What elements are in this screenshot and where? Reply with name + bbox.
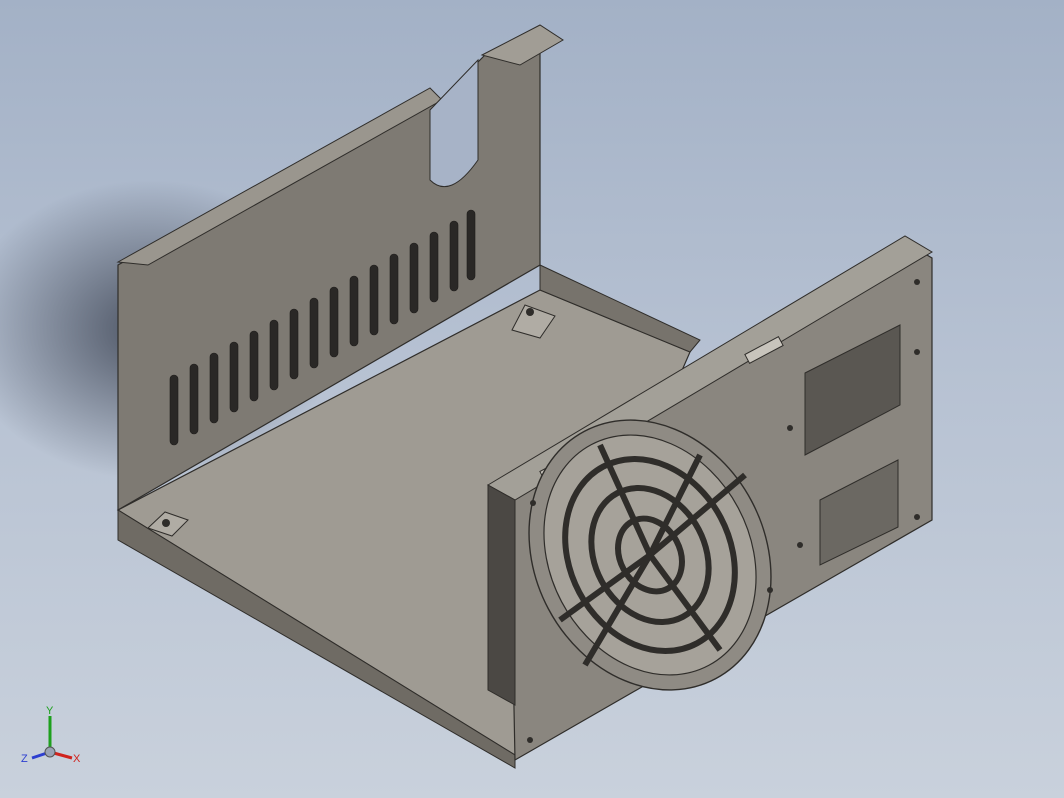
vent-slot <box>189 363 199 435</box>
vent-slot <box>409 242 419 314</box>
z-axis-label: Z <box>21 753 28 765</box>
vent-slot <box>249 330 259 402</box>
cable-notch[interactable] <box>429 58 479 188</box>
vent-slot <box>269 319 279 391</box>
vent-slot <box>449 220 459 292</box>
vent-slot <box>349 275 359 347</box>
vent-slot <box>169 374 179 446</box>
vent-slot <box>429 231 439 303</box>
vent-slot <box>369 264 379 336</box>
vent-slot <box>329 286 339 358</box>
y-axis-label: Y <box>46 705 54 717</box>
vent-slot <box>466 209 476 281</box>
triad-origin <box>44 746 56 758</box>
front-panel-left-edge[interactable] <box>487 484 516 706</box>
view-orientation-triad[interactable]: Y X Z <box>18 700 92 774</box>
vent-slot <box>229 341 239 413</box>
graphics-viewport[interactable]: Y X Z <box>0 0 1064 798</box>
vent-slot <box>209 352 219 424</box>
vent-slot <box>289 308 299 380</box>
vent-slot <box>309 297 319 369</box>
x-axis-label: X <box>73 753 81 765</box>
vent-slot <box>389 253 399 325</box>
sheet-metal-enclosure-model[interactable] <box>0 0 1064 798</box>
